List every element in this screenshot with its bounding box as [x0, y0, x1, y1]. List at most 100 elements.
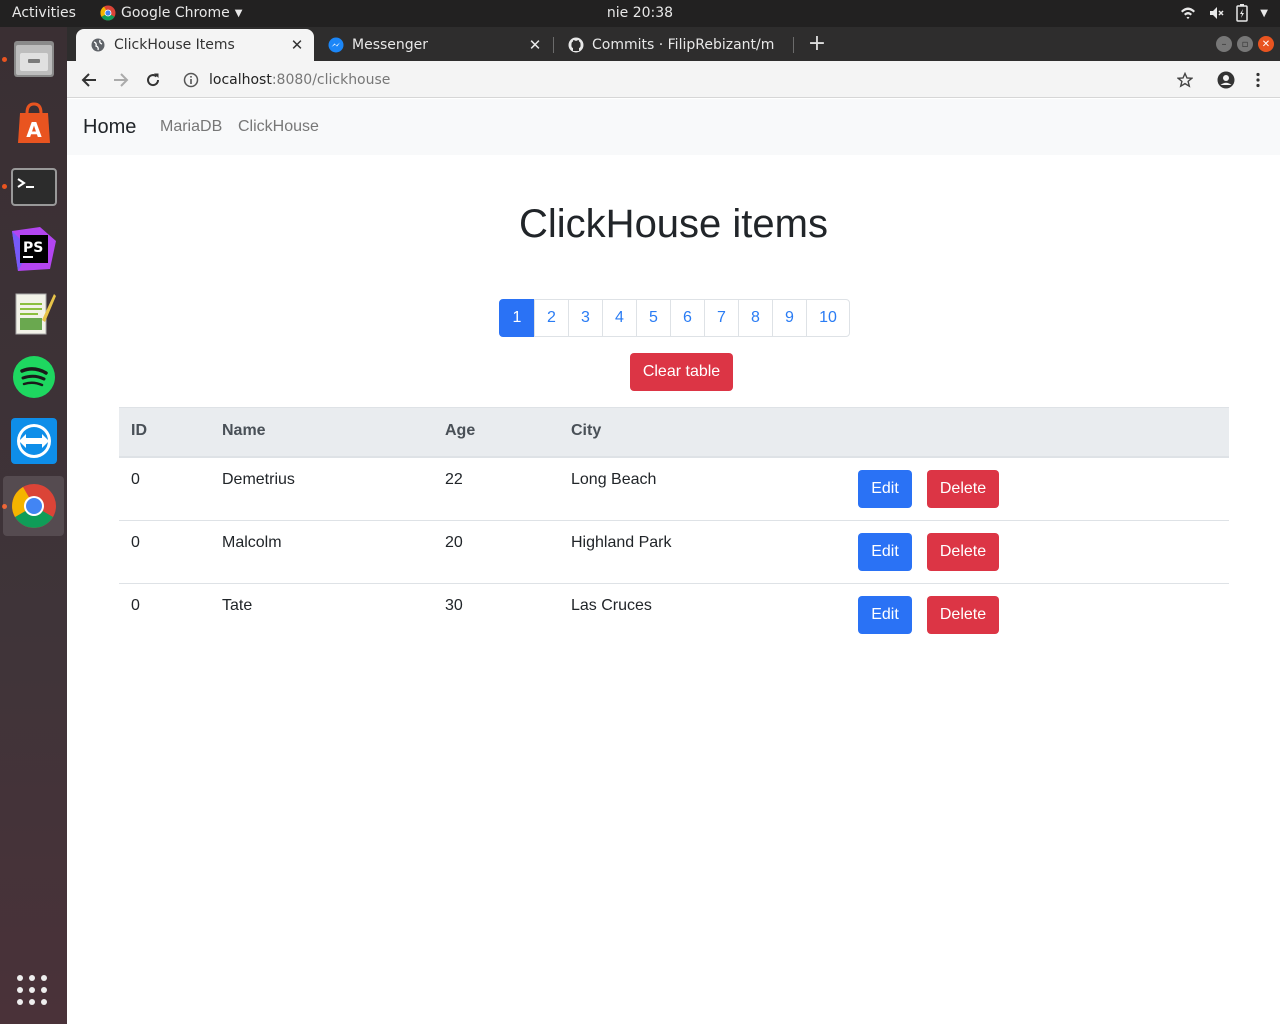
url-path: :8080/clickhouse: [271, 71, 391, 88]
cell-name: Tate: [222, 597, 253, 614]
svg-text:PS: PS: [23, 240, 43, 256]
dock-spotify[interactable]: [3, 347, 64, 407]
table-row: 0 Demetrius 22 Long Beach Edit Delete: [119, 458, 1229, 521]
page-link-9[interactable]: 9: [772, 299, 807, 337]
more-vert-icon: [1256, 72, 1260, 88]
close-window-icon[interactable]: ✕: [1258, 36, 1274, 52]
new-tab-button[interactable]: +: [805, 32, 829, 56]
close-tab-icon[interactable]: ✕: [524, 36, 546, 54]
page-link-6[interactable]: 6: [670, 299, 705, 337]
cell-name: Malcolm: [222, 534, 282, 551]
navbar-brand-home[interactable]: Home: [83, 116, 136, 139]
text-editor-icon: [15, 293, 56, 335]
pagination: 1 2 3 4 5 6 7 8 9 10: [499, 299, 850, 337]
software-center-icon: A: [17, 102, 50, 143]
tab-messenger[interactable]: Messenger ✕: [314, 29, 552, 61]
dock-files[interactable]: [3, 29, 64, 89]
browser-toolbar: localhost:8080/clickhouse: [67, 61, 1280, 98]
address-bar[interactable]: localhost:8080/clickhouse: [175, 66, 1175, 93]
column-header-city: City: [571, 422, 602, 439]
dock-text-editor[interactable]: [3, 283, 64, 343]
cell-id: 0: [131, 534, 140, 551]
profile-button[interactable]: [1214, 68, 1238, 92]
tab-title: Commits · FilipRebizant/m: [592, 37, 775, 53]
chrome-icon: [11, 484, 56, 528]
app-menu-label: Google Chrome: [121, 5, 230, 21]
star-icon: [1177, 72, 1193, 88]
app-menu[interactable]: Google Chrome ▼: [100, 5, 242, 21]
cell-name: Demetrius: [222, 471, 295, 488]
clear-table-button[interactable]: Clear table: [630, 353, 733, 391]
page-link-8[interactable]: 8: [738, 299, 773, 337]
phpstorm-icon: PS: [11, 227, 56, 271]
clock[interactable]: nie 20:38: [607, 5, 673, 21]
activities-button[interactable]: Activities: [12, 5, 76, 21]
terminal-icon: [10, 168, 57, 206]
bookmark-button[interactable]: [1173, 68, 1197, 92]
page-link-2[interactable]: 2: [534, 299, 569, 337]
volume-muted-icon: [1210, 7, 1224, 19]
nav-link-mariadb[interactable]: MariaDB: [160, 118, 222, 136]
web-page: Home MariaDB ClickHouse ClickHouse items…: [67, 99, 1280, 1024]
cell-age: 30: [445, 597, 463, 614]
forward-button[interactable]: [109, 68, 133, 92]
page-link-1[interactable]: 1: [499, 299, 535, 337]
account-icon: [1217, 71, 1235, 89]
show-applications-icon[interactable]: [17, 975, 47, 1005]
chevron-down-icon: ▼: [1260, 7, 1268, 19]
arrow-left-icon: [81, 73, 96, 87]
spotify-icon: [12, 356, 55, 398]
tab-strip: ClickHouse Items ✕ Messenger ✕ Commits ·…: [67, 27, 1280, 61]
globe-icon: [90, 37, 106, 53]
github-icon: [568, 37, 584, 53]
reload-button[interactable]: [141, 68, 165, 92]
cell-age: 20: [445, 534, 463, 551]
page-link-4[interactable]: 4: [602, 299, 637, 337]
nav-link-clickhouse[interactable]: ClickHouse: [238, 118, 319, 136]
svg-text:A: A: [26, 118, 42, 142]
dock-terminal[interactable]: [3, 157, 64, 217]
cell-id: 0: [131, 471, 140, 488]
system-tray[interactable]: ▼: [1180, 4, 1268, 22]
edit-button[interactable]: Edit: [858, 533, 912, 571]
close-tab-icon[interactable]: ✕: [286, 36, 308, 54]
dock-chrome[interactable]: [3, 476, 64, 536]
page-link-3[interactable]: 3: [568, 299, 603, 337]
table-row: 0 Malcolm 20 Highland Park Edit Delete: [119, 521, 1229, 584]
dock-phpstorm[interactable]: PS: [3, 219, 64, 279]
delete-button[interactable]: Delete: [927, 470, 999, 508]
teamviewer-icon: [10, 418, 57, 464]
cell-id: 0: [131, 597, 140, 614]
reload-icon: [147, 73, 160, 87]
table-row: 0 Tate 30 Las Cruces Edit Delete: [119, 584, 1229, 647]
chrome-small-icon: [100, 5, 116, 21]
cell-city: Highland Park: [571, 534, 672, 551]
info-icon[interactable]: [183, 72, 199, 88]
minimize-icon[interactable]: –: [1216, 36, 1232, 52]
menu-button[interactable]: [1246, 68, 1270, 92]
edit-button[interactable]: Edit: [858, 596, 912, 634]
page-link-10[interactable]: 10: [806, 299, 850, 337]
battery-icon: [1236, 4, 1249, 22]
table-header: ID Name Age City: [119, 407, 1229, 458]
url-host: localhost: [209, 71, 272, 88]
browser-window: ClickHouse Items ✕ Messenger ✕ Commits ·…: [67, 27, 1280, 1024]
cell-age: 22: [445, 471, 463, 488]
dock-software-center[interactable]: A: [3, 93, 64, 153]
tab-title: ClickHouse Items: [114, 37, 235, 53]
tab-clickhouse-items[interactable]: ClickHouse Items ✕: [76, 29, 314, 61]
maximize-icon[interactable]: ▫: [1237, 36, 1253, 52]
tab-github-commits[interactable]: Commits · FilipRebizant/m: [554, 29, 792, 61]
delete-button[interactable]: Delete: [927, 596, 999, 634]
page-title: ClickHouse items: [519, 202, 828, 246]
edit-button[interactable]: Edit: [858, 470, 912, 508]
page-link-7[interactable]: 7: [704, 299, 739, 337]
page-link-5[interactable]: 5: [636, 299, 671, 337]
site-navbar: Home MariaDB ClickHouse: [67, 99, 1280, 155]
dock-teamviewer[interactable]: [3, 411, 64, 471]
messenger-icon: [328, 37, 344, 53]
back-button[interactable]: [77, 68, 101, 92]
delete-button[interactable]: Delete: [927, 533, 999, 571]
tab-title: Messenger: [352, 37, 429, 53]
cell-city: Long Beach: [571, 471, 657, 488]
